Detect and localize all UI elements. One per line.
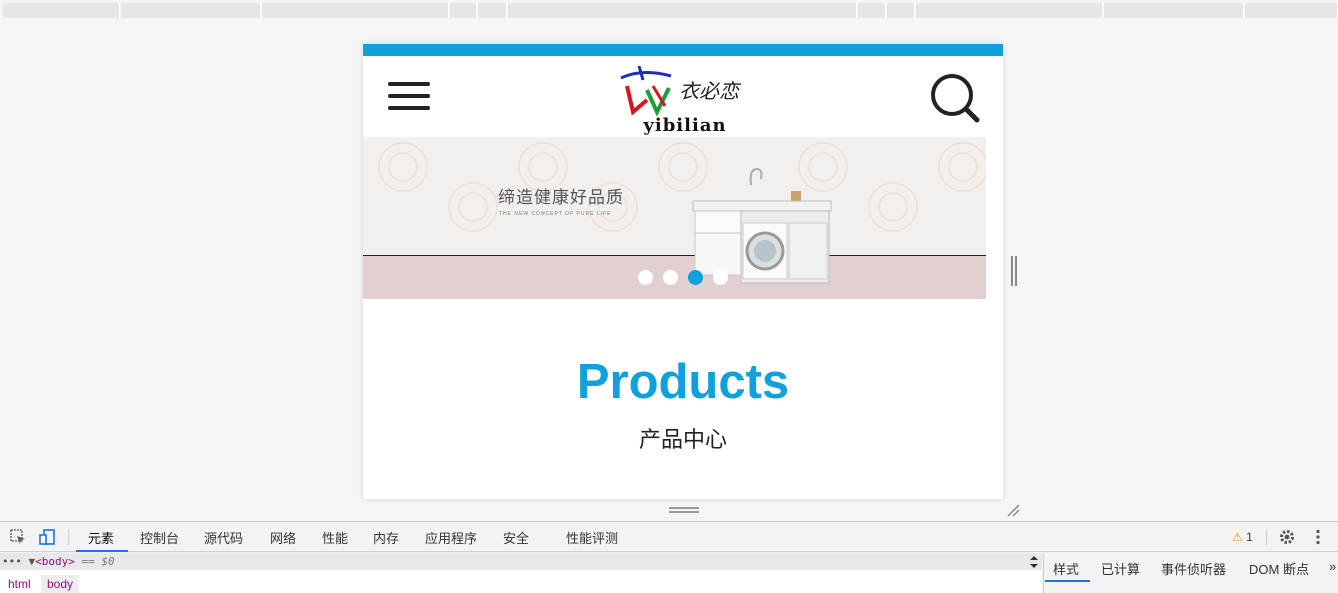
slide-dot-3[interactable]: [688, 270, 703, 285]
device-viewport: 衣必恋 yibilian 缔造健康好品质 THE NEW CONCEPT OF …: [363, 44, 1003, 499]
tab-lighthouse[interactable]: 性能评测: [566, 528, 618, 547]
search-icon[interactable]: [929, 72, 981, 124]
logo-wordmark: yibilian: [643, 115, 727, 136]
top-accent-strip: [363, 44, 1003, 56]
tab-dom-breakpoints[interactable]: DOM 断点: [1249, 559, 1309, 578]
more-options-icon[interactable]: [1309, 528, 1327, 546]
logo-chinese-name: 衣必恋: [679, 79, 739, 103]
active-tab-indicator: [76, 550, 128, 552]
tab-performance[interactable]: 性能: [322, 528, 348, 547]
more-tabs-chevron[interactable]: »: [1329, 559, 1336, 574]
tab-security[interactable]: 安全: [503, 528, 529, 547]
menu-icon[interactable]: [388, 82, 430, 112]
warning-icon: ⚠: [1232, 530, 1243, 544]
banner-title: 缔造健康好品质: [498, 188, 624, 207]
tab-styles[interactable]: 样式: [1053, 559, 1079, 578]
tab-sources[interactable]: 源代码: [204, 528, 243, 547]
devtools-toolbar: 元素 控制台 源代码 网络 性能 内存 应用程序 安全 性能评测 ⚠ 1: [0, 522, 1338, 552]
device-toolbar-icon[interactable]: [38, 528, 56, 546]
viewport-resize-corner-icon[interactable]: [1006, 503, 1020, 517]
breadcrumb-html[interactable]: html: [2, 575, 37, 593]
styles-sidebar: 样式 已计算 事件侦听器 DOM 断点 »: [1043, 553, 1338, 593]
settings-gear-icon[interactable]: [1278, 528, 1296, 546]
tab-network[interactable]: 网络: [270, 528, 296, 547]
tab-memory[interactable]: 内存: [373, 528, 399, 547]
site-header: 衣必恋 yibilian: [363, 56, 1003, 137]
slide-indicators: [638, 270, 738, 286]
products-subheading: 产品中心: [638, 427, 727, 452]
dom-tree-selected-line[interactable]: ••• ▼<body> == $0: [0, 553, 1042, 570]
slide-dot-1[interactable]: [638, 270, 653, 285]
scroll-arrows-icon[interactable]: [1028, 554, 1040, 570]
products-heading: Products: [576, 355, 790, 409]
tab-computed[interactable]: 已计算: [1101, 559, 1140, 578]
viewport-resize-handle-bottom[interactable]: [669, 507, 699, 513]
banner-subtitle: THE NEW CONCEPT OF PURE LIFE: [499, 211, 612, 217]
slide-dot-2[interactable]: [663, 270, 678, 285]
dom-body-tag: <body>: [35, 555, 75, 568]
active-side-tab-indicator: [1045, 580, 1090, 582]
tab-elements[interactable]: 元素: [88, 528, 114, 547]
warning-counter[interactable]: ⚠ 1: [1232, 530, 1253, 544]
warning-count: 1: [1246, 530, 1253, 544]
viewport-resize-handle-right[interactable]: [1011, 256, 1017, 286]
hero-banner[interactable]: 缔造健康好品质 THE NEW CONCEPT OF PURE LIFE: [363, 137, 986, 299]
tab-console[interactable]: 控制台: [140, 528, 179, 547]
dom-selected-ref: == $0: [81, 555, 115, 568]
banner-pattern: [378, 142, 986, 232]
inspect-element-icon[interactable]: [9, 528, 27, 546]
ellipsis-icon: •••: [2, 555, 22, 568]
devtools-panel: 元素 控制台 源代码 网络 性能 内存 应用程序 安全 性能评测 ⚠ 1 •••…: [0, 521, 1338, 593]
media-query-ruler[interactable]: [0, 0, 1338, 20]
elements-pane: ••• ▼<body> == $0 html body: [0, 553, 1042, 593]
tab-application[interactable]: 应用程序: [425, 528, 477, 547]
slide-dot-4[interactable]: [713, 270, 728, 285]
breadcrumb-body[interactable]: body: [41, 575, 80, 593]
tab-event-listeners[interactable]: 事件侦听器: [1161, 559, 1226, 578]
